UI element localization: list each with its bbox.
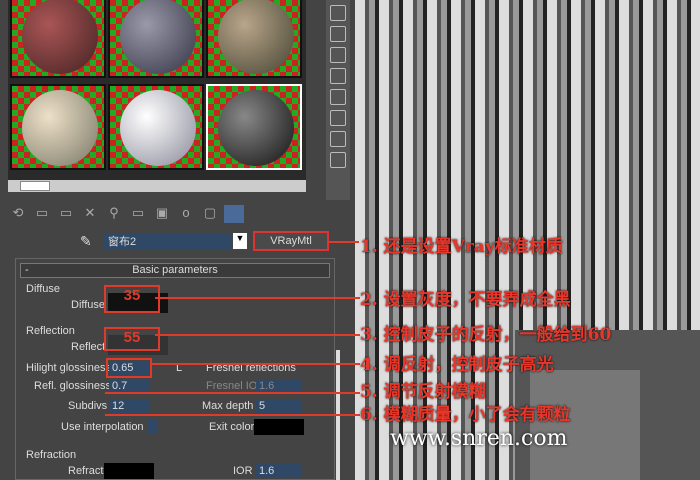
ior-input[interactable]: 1.6 (256, 464, 302, 478)
reflect-annotation-box: 55 (104, 327, 160, 351)
sample-slot-selected[interactable] (206, 84, 302, 170)
refl-glossiness-input[interactable]: 0.7 (109, 379, 149, 393)
leader-line (150, 363, 360, 365)
side-toolbar (326, 0, 350, 200)
scroll-thumb[interactable] (20, 181, 50, 191)
diffuse-label: Diffuse (71, 299, 106, 311)
background-icon[interactable] (330, 47, 346, 63)
annotation-6: 6. 模糊质量，小了会有颗粒 (360, 405, 571, 425)
material-type-button[interactable]: VRayMtl (253, 231, 329, 251)
rollout-header[interactable]: - Basic parameters (20, 263, 330, 278)
hilight-annotation-box (106, 358, 152, 378)
show-end-icon[interactable] (224, 205, 244, 223)
sample-slot[interactable] (108, 84, 204, 170)
leader-line (329, 241, 359, 243)
sample-slot[interactable] (108, 0, 204, 78)
exit-color-swatch[interactable] (254, 419, 304, 435)
reflect-label: Reflect (71, 341, 106, 353)
basic-parameters-panel: - Basic parameters Diffuse Diffuse 35 Ref… (15, 258, 335, 480)
uv-tiling-icon[interactable] (330, 68, 346, 84)
annotation-5: 5. 调节反射模糊 (360, 382, 486, 402)
effects-channel-icon[interactable]: o (176, 205, 196, 223)
sample-slot[interactable] (206, 0, 302, 78)
put-to-scene-icon[interactable]: ▭ (32, 205, 52, 223)
annotation-3: 3. 控制皮子的反射，一般给到60 (360, 325, 612, 345)
material-toolbar: ⟲ ▭ ▭ ✕ ⚲ ▭ ▣ o ▢ (8, 205, 298, 225)
sample-slot[interactable] (10, 84, 106, 170)
sample-slots (8, 0, 306, 180)
max-depth-input[interactable]: 5 (256, 399, 302, 413)
material-name-field[interactable]: 窗布2 (104, 233, 232, 249)
chevron-down-icon[interactable]: ▼ (233, 233, 247, 249)
max-depth-label: Max depth (202, 400, 254, 412)
annotation-2: 2. 设置灰度，不要弄成全黑 (360, 290, 571, 310)
reflection-group-label: Reflection (26, 325, 75, 337)
sofa-render (530, 370, 640, 480)
get-material-icon[interactable]: ⟲ (8, 205, 28, 223)
slots-scrollbar[interactable] (8, 180, 306, 192)
annotation-1: 1. 还是设置Vray标准材质 (360, 237, 563, 257)
refl-glossiness-label: Refl. glossiness (34, 380, 112, 392)
options-icon[interactable] (330, 131, 346, 147)
leader-line (155, 297, 360, 299)
assign-icon[interactable]: ▭ (56, 205, 76, 223)
use-interpolation-checkbox[interactable] (148, 420, 158, 434)
select-by-material-icon[interactable] (330, 152, 346, 168)
put-library-icon[interactable]: ▣ (152, 205, 172, 223)
make-preview-icon[interactable] (330, 110, 346, 126)
subdivs-input[interactable]: 12 (109, 399, 149, 413)
refract-label: Refract (68, 465, 104, 477)
refract-color-swatch[interactable] (104, 463, 154, 479)
diffuse-annotation-box: 35 (104, 285, 160, 313)
hilight-glossiness-label: Hilight glossiness (26, 362, 111, 374)
material-editor: ⟲ ▭ ▭ ✕ ⚲ ▭ ▣ o ▢ ✎ 窗布2 ▼ VRayMtl - Basic paramet… (0, 0, 355, 480)
diffuse-group-label: Diffuse (26, 283, 61, 295)
use-interpolation-label: Use interpolation (61, 421, 144, 433)
site-watermark: www.snren.com (390, 426, 568, 451)
annotation-4: 4. 调反射，控制皮子高光 (360, 355, 554, 375)
reset-icon[interactable]: ✕ (80, 205, 100, 223)
collapse-icon: - (25, 264, 29, 276)
leader-line (155, 334, 360, 336)
leader-line (105, 392, 360, 394)
rollout-title: Basic parameters (132, 264, 218, 276)
subdivs-label: Subdivs (68, 400, 108, 412)
backlight-icon[interactable] (330, 26, 346, 42)
eyedropper-icon[interactable]: ✎ (80, 233, 92, 250)
video-check-icon[interactable] (330, 89, 346, 105)
sample-type-icon[interactable] (330, 5, 346, 21)
leader-line (105, 414, 360, 416)
show-map-icon[interactable]: ▢ (200, 205, 220, 223)
unique-icon[interactable]: ▭ (128, 205, 148, 223)
sample-slot[interactable] (10, 0, 106, 78)
exit-color-label: Exit color (209, 421, 255, 433)
fresnel-ior-input[interactable]: 1.6 (256, 379, 302, 393)
copy-icon[interactable]: ⚲ (104, 205, 124, 223)
refraction-group-label: Refraction (26, 449, 77, 461)
ior-label: IOR (233, 465, 253, 477)
